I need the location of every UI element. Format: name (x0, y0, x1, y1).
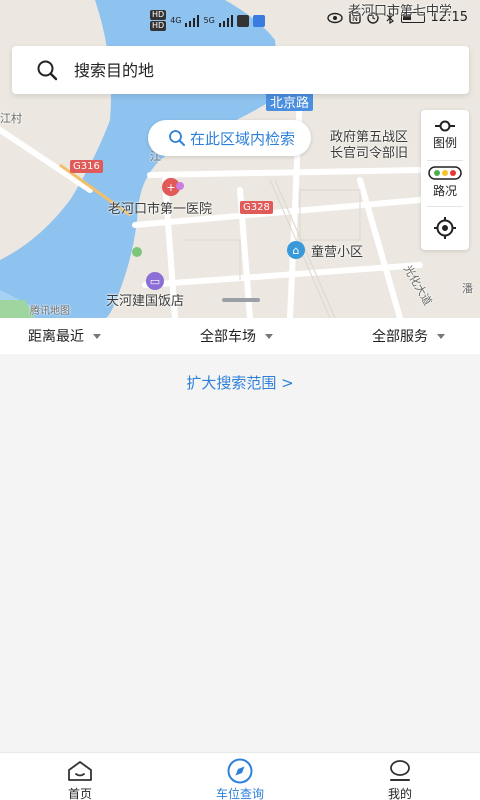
poi-dot-icon (176, 182, 184, 190)
home-icon (68, 761, 92, 781)
app-notification-icon (252, 14, 265, 27)
filter-distance-dropdown[interactable]: 距离最近 (28, 318, 101, 354)
community-icon[interactable]: ⌂ (287, 241, 305, 259)
chevron-down-icon (265, 333, 273, 339)
signal-icon (218, 14, 233, 27)
chevron-down-icon (93, 333, 101, 339)
search-input[interactable] (74, 60, 434, 80)
filter-parking-dropdown[interactable]: 全部车场 (200, 318, 273, 354)
hd-badge: HD (150, 10, 167, 20)
eye-icon (326, 12, 343, 23)
hotel-icon[interactable]: ▭ (146, 272, 164, 290)
tab-home[interactable]: 首页 (30, 759, 130, 800)
map-label-gov-2: 长官司令部旧 (330, 146, 409, 161)
map-drag-handle[interactable] (222, 298, 260, 302)
map-label-pan: 潘 (462, 282, 473, 295)
network-indicators: HD HD 4G 5G (150, 10, 265, 31)
filter-parking-label: 全部车场 (200, 329, 256, 345)
legend-icon (435, 120, 455, 132)
chevron-down-icon (437, 333, 445, 339)
map-control-panel: 图例 路况 (421, 110, 469, 250)
locate-button[interactable] (421, 216, 469, 240)
divider (427, 206, 463, 207)
legend-label: 图例 (432, 136, 457, 150)
tab-mine-label: 我的 (387, 787, 412, 800)
compass-icon (227, 758, 253, 784)
legend-button[interactable]: 图例 (421, 118, 469, 151)
divider (427, 160, 463, 161)
map-logo: 腾讯地图 (30, 306, 70, 317)
map-label-school: 老河口市第七中学 (348, 4, 453, 19)
search-in-area-button[interactable]: 在此区域内检索 (148, 120, 312, 156)
traffic-icon (428, 166, 462, 180)
expand-search-link[interactable]: 扩大搜索范围 > (0, 372, 480, 393)
map-label-hotel[interactable]: 天河建国饭店 (106, 290, 184, 309)
hd-badge: HD (150, 21, 167, 31)
signal-type: 5G (203, 16, 215, 25)
bottom-nav: 首页 车位查询 我的 (0, 752, 480, 800)
tab-parking-search[interactable]: 车位查询 (190, 758, 290, 800)
filter-bar: 距离最近 全部车场 全部服务 (0, 318, 480, 354)
app-notification-icon (236, 14, 249, 27)
map-view[interactable]: HD HD 4G 5G N 12:15 老河口市第七中学 江村 北京路 政府第五… (0, 0, 480, 318)
tab-mine[interactable]: 我的 (350, 759, 450, 800)
signal-type: 4G (170, 16, 182, 25)
user-icon (390, 760, 410, 781)
filter-service-dropdown[interactable]: 全部服务 (372, 318, 445, 354)
search-icon (37, 60, 58, 81)
search-bar[interactable] (12, 46, 469, 94)
traffic-label: 路况 (432, 184, 457, 198)
map-label-g316: G316 (70, 160, 103, 173)
locate-icon (434, 217, 456, 239)
traffic-button[interactable]: 路况 (421, 166, 469, 199)
tab-parking-search-label: 车位查询 (215, 787, 264, 800)
tab-home-label: 首页 (67, 787, 92, 800)
map-label-jiang-cun: 江村 (0, 112, 22, 125)
filter-service-label: 全部服务 (372, 329, 428, 345)
map-label-hospital[interactable]: 老河口市第一医院 (108, 198, 212, 217)
map-label-community[interactable]: 童营小区 (311, 241, 363, 260)
map-label-beijing-road: 北京路 (266, 92, 314, 111)
signal-icon (185, 14, 200, 27)
search-in-area-label: 在此区域内检索 (190, 129, 296, 148)
search-icon (169, 130, 185, 146)
filter-distance-label: 距离最近 (28, 329, 84, 345)
map-label-g328: G328 (240, 201, 273, 214)
